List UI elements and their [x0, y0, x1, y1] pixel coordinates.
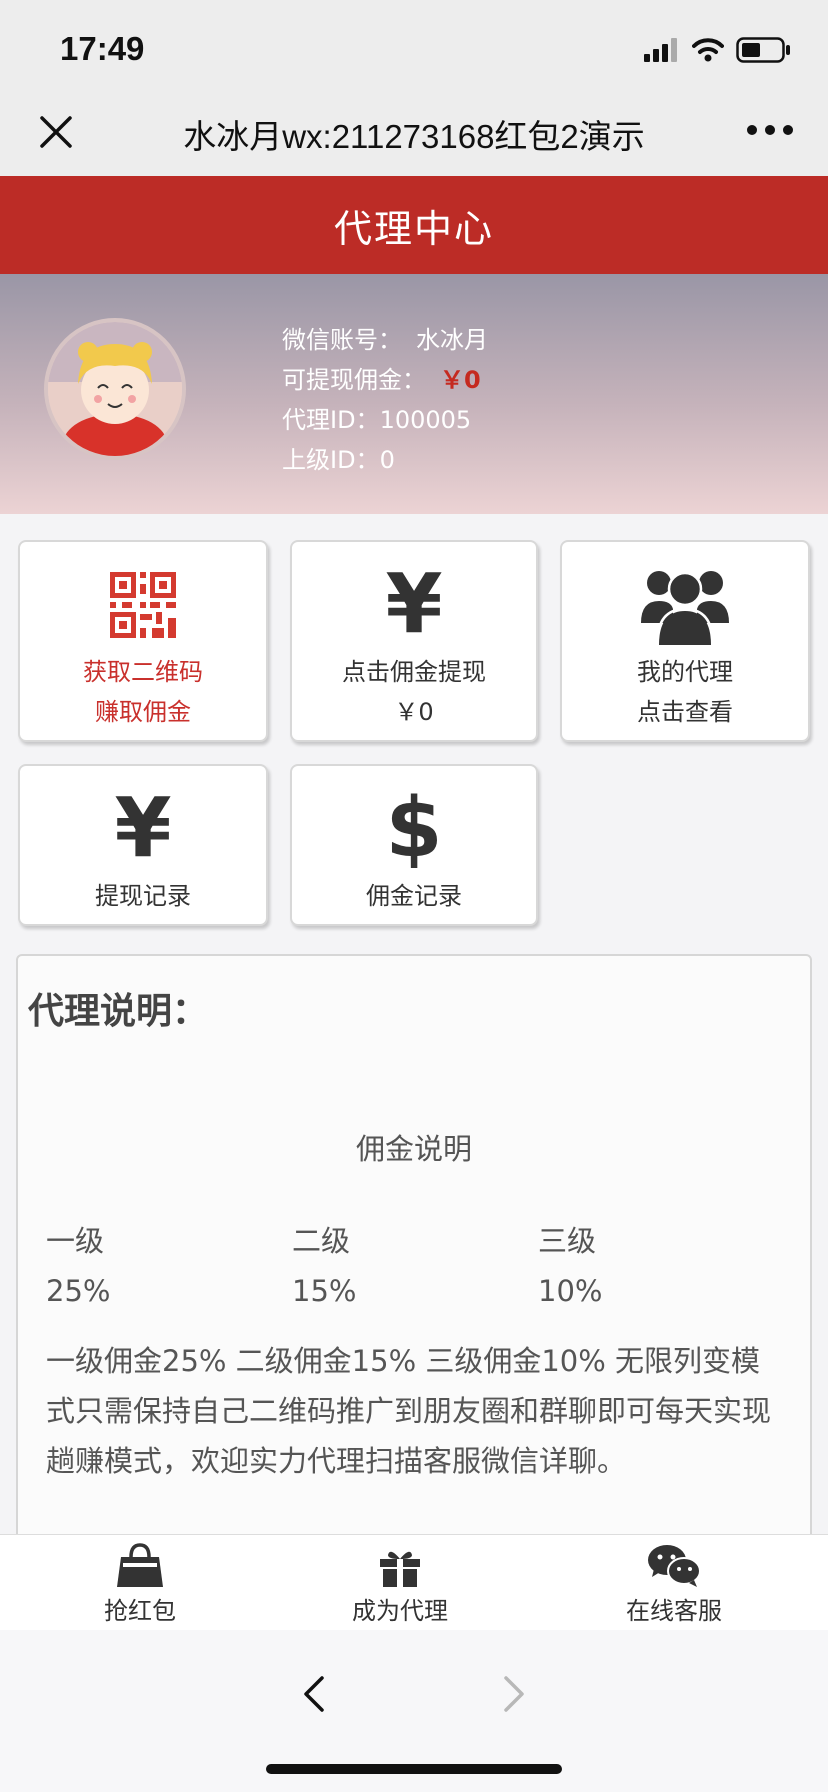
- agent-center-header: 代理中心: [0, 176, 828, 274]
- parent-id-row: 上级ID：0: [282, 440, 488, 480]
- commission-label: 可提现佣金：: [282, 366, 426, 394]
- tab-label: 在线客服: [626, 1597, 722, 1625]
- users-icon: [641, 571, 729, 645]
- browser-nav-bar: [0, 1630, 828, 1792]
- withdraw-records-card[interactable]: ¥ 提现记录: [18, 764, 268, 926]
- agent-id-label: 代理ID：: [282, 406, 380, 434]
- level-3-column: 三级 10%: [538, 1216, 602, 1316]
- wechat-title-bar: 水冰月wx:211273168红包2演示: [0, 96, 828, 176]
- header-title: 代理中心: [333, 206, 494, 251]
- status-bar: 17:49: [0, 0, 828, 96]
- get-qrcode-card[interactable]: 获取二维码 赚取佣金: [18, 540, 268, 742]
- commission-records-card[interactable]: $ 佣金记录: [290, 764, 538, 926]
- battery-icon: [736, 37, 790, 63]
- avatar: [44, 318, 186, 460]
- my-agents-line1: 我的代理: [637, 658, 733, 686]
- forward-arrow-icon[interactable]: [494, 1674, 534, 1714]
- level-2-rate: 15%: [292, 1274, 357, 1308]
- explanation-title: 代理说明：: [28, 991, 209, 1032]
- shopping-bag-icon: [117, 1543, 163, 1587]
- yen-icon: ¥: [385, 557, 443, 652]
- tab-grab-red-packet[interactable]: 抢红包: [40, 1543, 240, 1626]
- qrcode-icon: [110, 572, 176, 638]
- qrcode-line1: 获取二维码: [83, 658, 203, 686]
- signal-icon: [644, 38, 677, 62]
- agent-id-value: 100005: [379, 406, 472, 434]
- tab-online-service[interactable]: 在线客服: [574, 1545, 774, 1626]
- status-icons: [644, 36, 792, 64]
- agent-explanation-panel: 代理说明： 佣金说明 一级 25% 二级 15% 三级 10% 一级佣金25% …: [16, 954, 812, 1554]
- wechat-account-value: 水冰月: [416, 326, 488, 354]
- withdraw-commission-card[interactable]: ¥ 点击佣金提现 ￥0: [290, 540, 538, 742]
- profile-section: 微信账号： 水冰月 可提现佣金： ￥0 代理ID：100005 上级ID：0: [0, 274, 828, 514]
- explanation-text: 一级佣金25% 二级佣金15% 三级佣金10% 无限列变模式只需保持自己二维码推…: [46, 1344, 772, 1478]
- commission-row: 可提现佣金： ￥0: [282, 360, 488, 400]
- my-agents-card[interactable]: 我的代理 点击查看: [560, 540, 810, 742]
- level-3-name: 三级: [538, 1224, 597, 1258]
- avatar-illustration: [48, 322, 182, 456]
- bottom-tab-bar: 抢红包 成为代理 在线客服: [0, 1534, 828, 1630]
- parent-id-value: 0: [379, 446, 395, 474]
- commission-records-label: 佣金记录: [366, 882, 462, 910]
- page-title: 水冰月wx:211273168红包2演示: [183, 118, 645, 155]
- wifi-icon: [692, 38, 724, 62]
- gift-icon: [380, 1551, 420, 1587]
- level-1-column: 一级 25%: [46, 1216, 110, 1316]
- agent-id-row: 代理ID：100005: [282, 400, 488, 440]
- status-time: 17:49: [60, 30, 145, 67]
- commission-value: ￥0: [440, 366, 481, 394]
- level-2-name: 二级: [292, 1224, 351, 1258]
- level-3-rate: 10%: [538, 1274, 603, 1308]
- back-arrow-icon[interactable]: [294, 1674, 334, 1714]
- my-agents-line2: 点击查看: [637, 698, 733, 726]
- dollar-icon: $: [385, 781, 443, 876]
- level-1-name: 一级: [46, 1224, 105, 1258]
- wechat-chat-icon: [648, 1545, 700, 1587]
- more-icon[interactable]: [746, 124, 794, 136]
- wechat-account-label: 微信账号：: [282, 326, 402, 354]
- yen-icon: ¥: [114, 781, 172, 876]
- qrcode-line2: 赚取佣金: [95, 698, 191, 726]
- withdraw-line1: 点击佣金提现: [342, 658, 486, 686]
- level-2-column: 二级 15%: [292, 1216, 356, 1316]
- withdraw-amount: ￥0: [394, 698, 434, 726]
- parent-id-label: 上级ID：: [282, 446, 380, 474]
- tab-label: 抢红包: [104, 1597, 176, 1625]
- close-icon[interactable]: [36, 112, 76, 152]
- tab-become-agent[interactable]: 成为代理: [300, 1545, 500, 1626]
- withdraw-records-label: 提现记录: [95, 882, 191, 910]
- home-indicator: [266, 1764, 562, 1774]
- wechat-account-row: 微信账号： 水冰月: [282, 320, 488, 360]
- commission-subtitle: 佣金说明: [355, 1132, 472, 1166]
- tab-label: 成为代理: [352, 1597, 448, 1625]
- level-1-rate: 25%: [46, 1274, 111, 1308]
- profile-info: 微信账号： 水冰月 可提现佣金： ￥0 代理ID：100005 上级ID：0: [282, 320, 488, 480]
